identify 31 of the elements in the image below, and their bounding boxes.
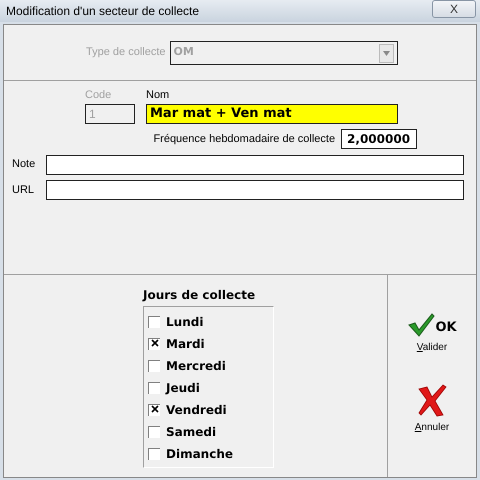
checkmark-icon [407,313,436,337]
frequency-label: Fréquence hebdomadaire de collecte [153,132,336,147]
day-label[interactable]: Dimanche [166,445,234,463]
checkbox[interactable] [148,426,160,438]
day-label[interactable]: Mardi [166,335,205,353]
nom-field[interactable]: Mar mat + Ven mat [146,104,398,124]
nom-label: Nom [146,88,170,103]
checkbox[interactable] [148,360,160,372]
day-label[interactable]: Lundi [166,313,204,331]
day-label[interactable]: Vendredi [166,401,227,419]
note-field[interactable] [46,154,464,174]
checkbox[interactable] [148,316,160,328]
type-label: Type de collecte [86,45,166,60]
cancel-button[interactable]: Annuler [414,382,450,434]
day-label[interactable]: Mercredi [166,357,226,375]
code-label: Code [85,88,112,103]
frequency-field[interactable]: 2,000000 [340,129,417,149]
window-title: Modification d'un secteur de collecte [6,3,200,20]
group-title: Jours de collecte [143,287,256,304]
day-label[interactable]: Jeudi [166,379,200,397]
checkbox[interactable] [148,382,160,394]
checkbox[interactable] [148,338,160,350]
day-label[interactable]: Samedi [166,423,216,441]
url-label: URL [11,182,36,198]
note-label: Note [11,157,36,172]
url-field[interactable] [46,180,464,200]
checkbox[interactable] [148,404,160,416]
close-button[interactable]: X [432,0,476,18]
cross-icon [416,382,447,417]
validate-button[interactable]: OK Valider [407,313,457,355]
checkbox[interactable] [148,448,160,460]
